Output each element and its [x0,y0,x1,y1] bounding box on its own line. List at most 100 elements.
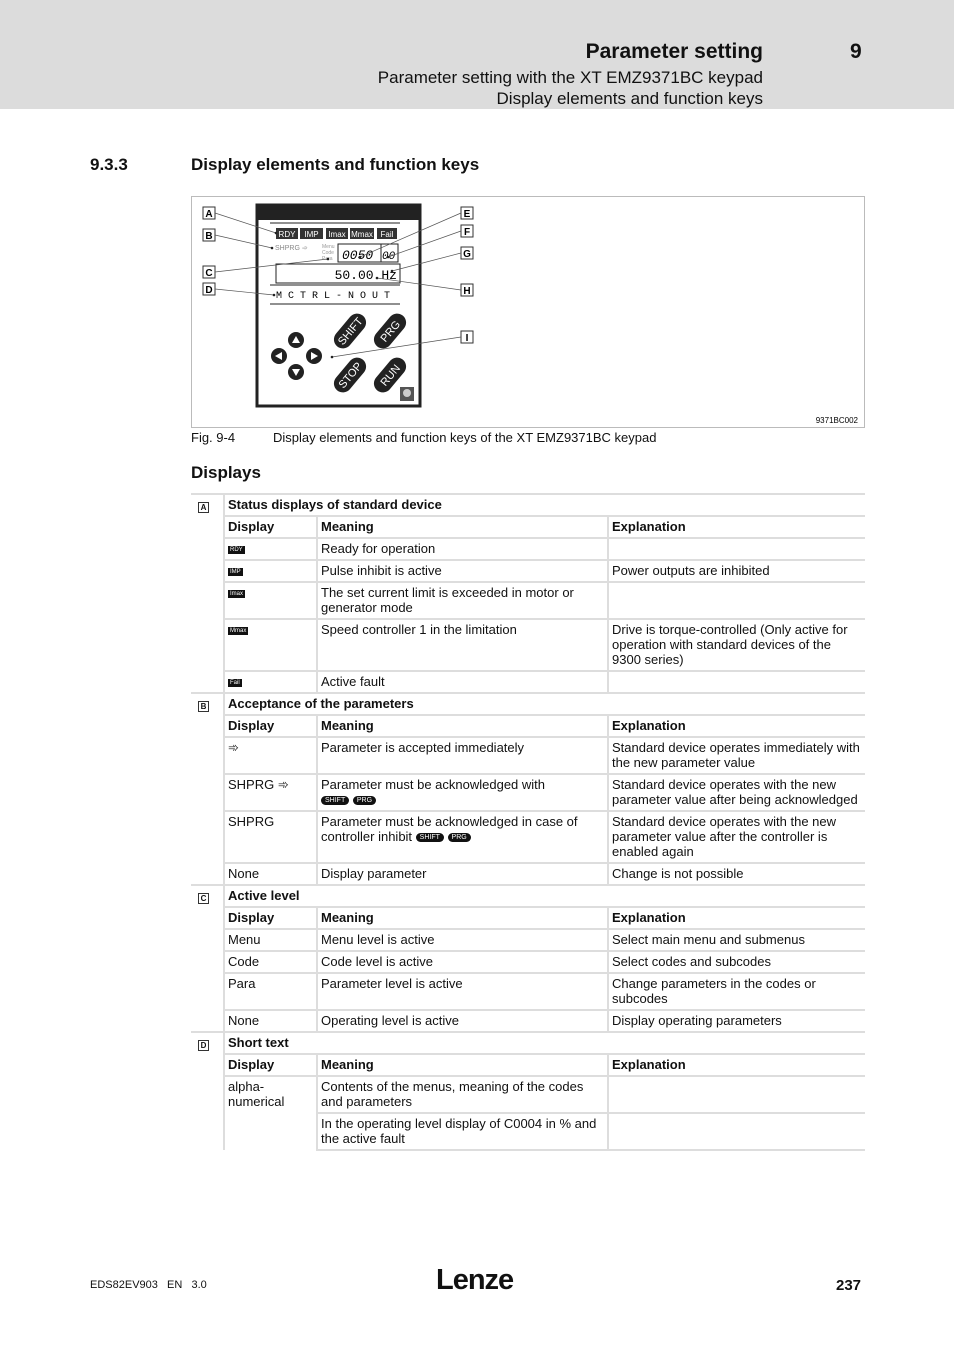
status-chip: RDY [228,545,245,554]
keypad-top-bar [258,206,419,220]
figure-id: 9371BC002 [816,416,859,425]
table-row: SHPRG ➾ Parameter must be acknowledged wi… [191,773,865,811]
section-header-row: C Active level [191,884,865,1032]
section-header-row: A Status displays of standard device [191,493,865,693]
explanation-cell: Standard device operates immediately wit… [608,736,865,774]
meaning-text: Parameter must be acknowledged with [321,777,546,792]
table-row: Fail Active fault [191,670,865,693]
callout-dot [330,355,334,359]
section-title: Acceptance of the parameters [224,692,865,715]
meaning-text: The set current limit is exceeded in mot… [321,585,574,615]
section-label-box: D [198,1040,209,1051]
column-header-row: Display Meaning Explanation [191,906,865,929]
meaning-text: Parameter is accepted immediately [321,740,525,755]
column-header-row: Display Meaning Explanation [191,714,865,737]
table-row: alpha-numerical Contents of the menus, me… [191,1075,865,1150]
display-cell: RDY [224,537,318,560]
status-chip: Imax [228,589,246,598]
section-header-row: B Acceptance of the parameters [191,692,865,885]
column-header-meaning: Meaning [317,1053,609,1076]
display-value: alpha-numerical [228,1079,285,1109]
meaning-cell: The set current limit is exceeded in mot… [317,581,609,619]
display-cell: Para [224,972,318,1010]
meaning-cell: Pulse inhibit is active [317,559,609,582]
display-value: SHPRG [228,814,275,829]
meaning-text: Speed controller 1 in the limitation [321,622,517,637]
chapter-number: 9 [850,40,862,63]
table-row: Mmax Speed controller 1 in the limitation… [191,618,865,671]
meaning-text: Display parameter [321,866,427,881]
callout-dot [375,276,379,280]
header-subtitle-2: Display elements and function keys [496,89,763,108]
lcd-status-row: RDY IMP Imax Mmax Fail [276,228,397,239]
column-header-row: Display Meaning Explanation [191,1053,865,1076]
meaning-text: In the operating level display of C0004 … [321,1116,597,1146]
display-value: SHPRG ➾ [228,777,289,792]
header-title: Parameter setting [585,40,763,63]
callout-label: D [205,285,212,296]
column-header-row: Display Meaning Explanation [191,515,865,538]
meaning-cell: Parameter level is active [317,972,609,1010]
callout-label: G [463,249,471,260]
meaning-cell: Speed controller 1 in the limitation [317,618,609,671]
table-row: Para Parameter level is active Change para… [191,972,865,1010]
column-header-display: Display [224,906,318,929]
column-header-display: Display [224,515,318,538]
prg-key-icon: PRG [447,833,471,843]
table-row: None Display parameter Change is not possi… [191,862,865,885]
table-row: Code Code level is active Select codes and… [191,950,865,973]
meaning-text: Ready for operation [321,541,436,556]
meaning-text: Operating level is active [321,1013,460,1028]
explanation-cell [608,581,865,619]
column-header-meaning: Meaning [317,906,609,929]
column-header-meaning: Meaning [317,714,609,737]
meaning-cell: In the operating level display of C0004 … [317,1112,609,1151]
section-title: Status displays of standard device [224,493,865,516]
explanation-cell: Standard device operates with the new pa… [608,773,865,811]
display-cell: alpha-numerical [224,1075,318,1150]
status-chip: Fail [228,678,242,687]
keypad-diagram: RDYIMPImaxMmaxFail SHPRG ➾ MenuCodePara … [202,203,859,425]
explanation-cell: Power outputs are inhibited [608,559,865,582]
caption-text: Display elements and function keys of th… [273,430,657,445]
meaning-cell: Menu level is active [317,928,609,951]
display-cell: SHPRG [224,810,318,863]
meaning-cell: Ready for operation [317,537,609,560]
explanation-cell [608,537,865,560]
section-title: Active level [224,884,865,907]
meaning-cell: Code level is active [317,950,609,973]
status-text: Mmax [351,230,373,239]
column-header-explanation: Explanation [608,1053,865,1076]
explanation-cell [608,1112,865,1151]
display-cell: Code [224,950,318,973]
display-cell: Fail [224,670,318,693]
displays-heading: Displays [191,463,261,482]
lcd-short-text: M C T R L - N O U T [276,291,390,302]
meaning-text: Contents of the menus, meaning of the co… [321,1079,584,1109]
meaning-cell: Parameter is accepted immediately [317,736,609,774]
display-cell: Menu [224,928,318,951]
table-row: Menu Menu level is active Select main menu… [191,928,865,951]
column-header-meaning: Meaning [317,515,609,538]
callout-dot [358,255,362,259]
led-icon [403,389,411,397]
shift-key-icon: SHIFT [321,796,350,806]
display-cell: None [224,862,318,885]
meaning-cell: Contents of the menus, meaning of the co… [317,1075,609,1113]
meaning-text: Active fault [321,674,385,689]
section-label: A [191,493,225,693]
section-header-row: D Short text [191,1031,865,1150]
table-row: SHPRG Parameter must be acknowledged in c… [191,810,865,863]
explanation-cell: Select main menu and submenus [608,928,865,951]
column-header-explanation: Explanation [608,515,865,538]
table-row: RDY Ready for operation [191,537,865,560]
column-header-explanation: Explanation [608,714,865,737]
explanation-cell: Change is not possible [608,862,865,885]
callout-label: A [205,209,212,220]
display-value: Code [228,954,260,969]
page-number: 237 [836,1277,862,1294]
table-row: None Operating level is active Display ope… [191,1009,865,1032]
display-value: None [228,866,260,881]
shift-key-icon: SHIFT [415,833,444,843]
header-subtitle-1: Parameter setting with the XT EMZ9371BC … [377,68,763,87]
